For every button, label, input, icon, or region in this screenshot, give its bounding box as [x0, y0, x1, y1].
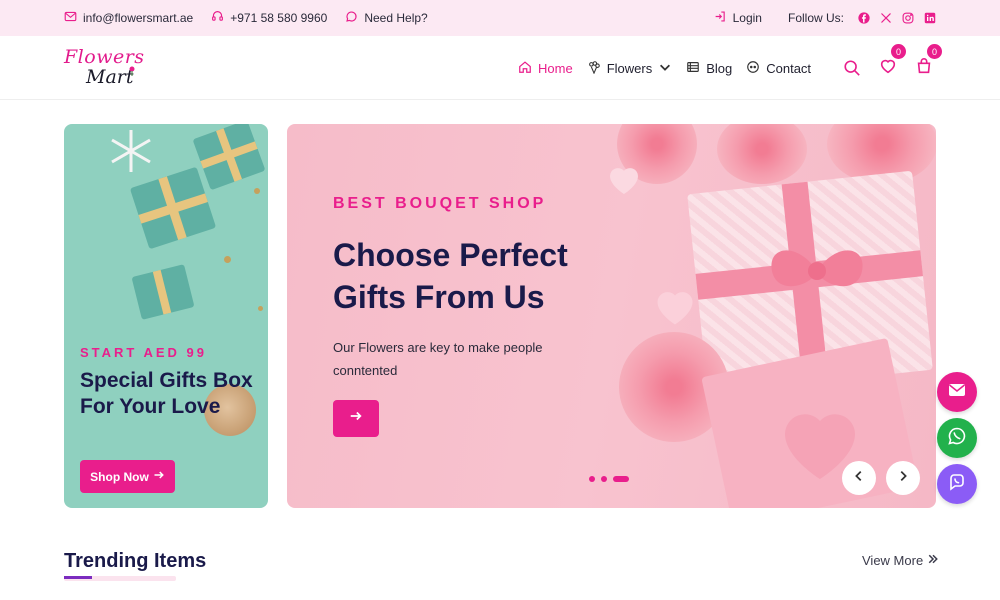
heart-decoration-icon — [649, 282, 701, 337]
promo-subtitle: START AED 99 — [80, 345, 208, 360]
nav-contact-label: Contact — [766, 60, 812, 76]
bouquet-icon — [587, 60, 601, 77]
ornament-image — [258, 306, 263, 311]
ornament-image — [224, 256, 231, 263]
login-text: Login — [732, 11, 762, 25]
facebook-icon[interactable] — [858, 12, 870, 24]
chat-icon — [345, 10, 358, 26]
email-text: info@flowersmart.ae — [83, 11, 194, 25]
chevron-left-icon — [852, 469, 866, 488]
hero-subtitle: BEST BOUQET SHOP — [333, 195, 547, 212]
nav-blog-label: Blog — [706, 60, 733, 76]
header-actions: 0 0 — [842, 44, 942, 80]
hero-slider: BEST BOUQET SHOP Choose Perfect Gifts Fr… — [287, 124, 936, 508]
trending-underline — [64, 576, 176, 581]
slider-dot[interactable] — [601, 476, 607, 482]
follow-label: Follow Us: — [787, 11, 844, 25]
arrow-right-icon — [153, 469, 165, 484]
x-icon[interactable] — [880, 12, 892, 24]
instagram-icon[interactable] — [902, 12, 914, 24]
cart-button[interactable]: 0 — [914, 44, 942, 80]
email-float-button[interactable] — [937, 372, 977, 412]
gift-box-image — [129, 166, 217, 250]
carnation-image — [717, 124, 807, 184]
linkedin-icon[interactable] — [924, 12, 936, 24]
nav-home[interactable]: Home — [518, 60, 573, 77]
trending-title: Trending Items — [64, 550, 207, 572]
envelope-icon — [64, 10, 77, 26]
viber-float-button[interactable] — [937, 464, 977, 504]
envelope-icon — [947, 380, 967, 405]
nav-flowers-label: Flowers — [606, 60, 653, 76]
logo[interactable]: Flowers Mart — [64, 46, 144, 92]
phone-link[interactable]: +971 58 580 9960 — [211, 10, 327, 26]
bag-icon — [915, 57, 933, 80]
chevron-down-icon — [658, 60, 672, 77]
hero-title: Choose Perfect Gifts From Us — [333, 234, 568, 318]
heart-icon — [879, 57, 897, 80]
promo-card: START AED 99 Special Gifts Box For Your … — [64, 124, 268, 508]
search-icon[interactable] — [842, 58, 862, 78]
login-link[interactable]: Login — [714, 10, 762, 26]
slider-dot-active[interactable] — [613, 476, 629, 482]
wishlist-button[interactable]: 0 — [878, 44, 906, 80]
top-bar-contact: info@flowersmart.ae +971 58 580 9960 Nee… — [64, 10, 446, 26]
top-bar-right: Login Follow Us: — [688, 10, 936, 26]
phone-text: +971 58 580 9960 — [230, 11, 328, 25]
slider-prev-button[interactable] — [842, 461, 876, 495]
headset-icon — [211, 10, 224, 26]
slider-dot[interactable] — [589, 476, 595, 482]
double-chevron-right-icon — [927, 553, 939, 568]
home-icon — [518, 60, 532, 77]
hero-cta-button[interactable] — [333, 400, 379, 437]
hero-title-line1: Choose Perfect — [333, 237, 568, 273]
slider-dots — [589, 476, 629, 482]
support-icon — [746, 60, 760, 77]
ribbon-bow-image — [757, 236, 877, 306]
top-bar: info@flowersmart.ae +971 58 580 9960 Nee… — [0, 0, 1000, 36]
list-icon — [686, 60, 700, 77]
ornament-image — [254, 188, 260, 194]
nav-blog[interactable]: Blog — [686, 60, 732, 77]
hero-description: Our Flowers are key to make people connt… — [333, 340, 543, 378]
main-nav: Home Flowers Blog Contact — [518, 36, 825, 100]
cart-count-badge: 0 — [927, 44, 942, 59]
whatsapp-float-button[interactable] — [937, 418, 977, 458]
heart-decoration-icon — [603, 160, 645, 205]
chevron-right-icon — [896, 469, 910, 488]
flower-logo-icon — [126, 64, 138, 76]
promo-title: Special Gifts Box For Your Love — [80, 369, 253, 418]
gift-box-image — [131, 264, 195, 320]
slider-next-button[interactable] — [886, 461, 920, 495]
wishlist-count-badge: 0 — [891, 44, 906, 59]
snowflake-icon — [106, 128, 156, 174]
gift-box-image — [192, 124, 266, 191]
help-link[interactable]: Need Help? — [345, 10, 428, 26]
arrow-right-icon — [349, 409, 363, 428]
nav-flowers[interactable]: Flowers — [587, 60, 673, 77]
whatsapp-icon — [947, 426, 967, 451]
viber-icon — [947, 472, 967, 497]
hero-title-line2: Gifts From Us — [333, 279, 545, 315]
nav-home-label: Home — [538, 60, 573, 76]
email-link[interactable]: info@flowersmart.ae — [64, 10, 193, 26]
nav-contact[interactable]: Contact — [746, 60, 811, 77]
shop-now-button[interactable]: Shop Now — [80, 460, 175, 493]
view-more-link[interactable]: View More — [862, 553, 939, 568]
help-text: Need Help? — [364, 11, 428, 25]
follow-us: Follow Us: — [788, 11, 936, 25]
shop-now-label: Shop Now — [90, 469, 149, 484]
view-more-label: View More — [862, 553, 924, 568]
main-header: Flowers Mart Home Flowers Blog Contact 0 — [0, 36, 1000, 100]
login-icon — [714, 10, 727, 26]
